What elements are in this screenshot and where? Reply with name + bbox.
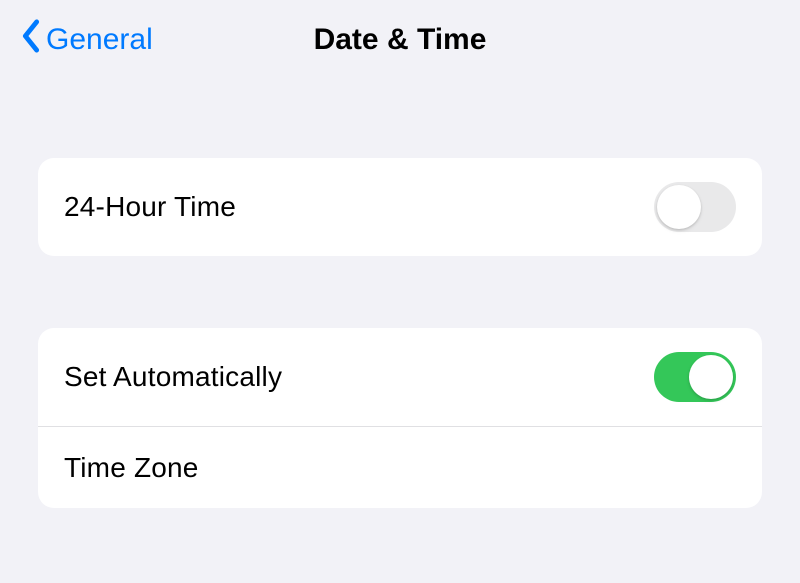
page-title: Date & Time (314, 23, 487, 57)
row-24-hour-time: 24-Hour Time (38, 158, 762, 256)
row-time-zone[interactable]: Time Zone (38, 426, 762, 508)
toggle-set-automatically[interactable] (654, 352, 736, 402)
toggle-knob (657, 185, 701, 229)
chevron-left-icon (20, 19, 42, 61)
nav-header: General Date & Time (0, 0, 800, 80)
toggle-knob (689, 355, 733, 399)
row-label: 24-Hour Time (64, 191, 236, 223)
settings-group-auto: Set Automatically Time Zone (38, 328, 762, 508)
back-label: General (46, 23, 153, 57)
back-button[interactable]: General (20, 19, 153, 61)
row-label: Time Zone (64, 452, 199, 484)
toggle-24-hour-time[interactable] (654, 182, 736, 232)
settings-group-time-format: 24-Hour Time (38, 158, 762, 256)
row-label: Set Automatically (64, 361, 282, 393)
row-set-automatically: Set Automatically (38, 328, 762, 426)
